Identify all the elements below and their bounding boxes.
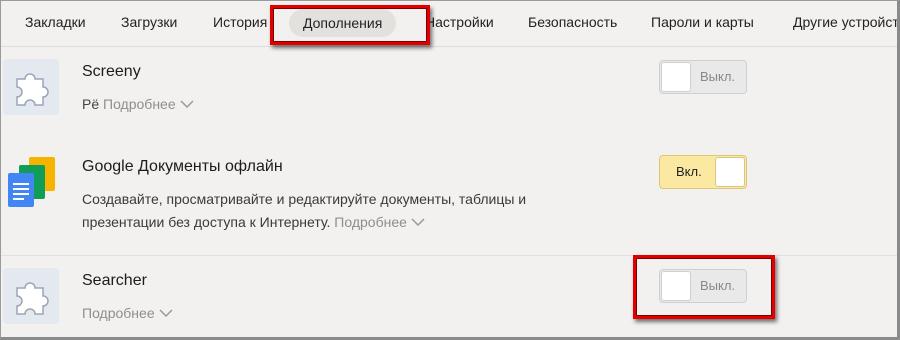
- more-details-link[interactable]: Подробнее: [334, 214, 425, 230]
- tab-history[interactable]: История: [213, 14, 267, 30]
- extension-details-line: Подробнее: [82, 301, 173, 324]
- toggle-knob: [661, 271, 691, 301]
- description-text: презентации без доступа к Интернету.: [82, 214, 331, 230]
- description-line-1: Создавайте, просматривайте и редактируйт…: [82, 191, 527, 207]
- extension-prefix: Рё: [82, 96, 100, 112]
- chevron-down-icon: [180, 92, 194, 114]
- toggle-knob: [715, 157, 745, 187]
- description-line-2: презентации без доступа к Интернету. Под…: [82, 210, 642, 233]
- tab-security[interactable]: Безопасность: [528, 14, 617, 30]
- toggle-knob: [661, 62, 691, 92]
- extension-name: Screeny: [82, 63, 141, 80]
- extension-name: Searcher: [82, 272, 147, 289]
- tab-other-devices[interactable]: Другие устройства: [793, 14, 897, 30]
- more-details-link[interactable]: Подробнее: [103, 96, 194, 112]
- chevron-down-icon: [159, 301, 173, 323]
- tab-extensions[interactable]: Дополнения: [289, 9, 397, 37]
- puzzle-icon: [3, 268, 59, 324]
- extensions-page: Закладки Загрузки История Дополнения Нас…: [0, 0, 900, 340]
- toggle-searcher[interactable]: Выкл.: [659, 269, 747, 303]
- chevron-down-icon: [411, 210, 425, 232]
- tab-settings[interactable]: Настройки: [425, 14, 494, 30]
- toggle-google-docs-offline[interactable]: Вкл.: [659, 155, 747, 189]
- toggle-label: Вкл.: [676, 164, 702, 179]
- more-details-label: Подробнее: [103, 96, 176, 112]
- extension-description: Создавайте, просматривайте и редактируйт…: [82, 188, 642, 233]
- more-details-label: Подробнее: [334, 214, 407, 230]
- tab-bookmarks[interactable]: Закладки: [25, 14, 86, 30]
- settings-tab-bar: Закладки Загрузки История Дополнения Нас…: [1, 1, 897, 47]
- tab-downloads[interactable]: Загрузки: [121, 14, 177, 30]
- toggle-label: Выкл.: [700, 278, 736, 293]
- puzzle-icon: [3, 59, 59, 115]
- extension-name: Google Документы офлайн: [82, 158, 283, 175]
- more-details-link[interactable]: Подробнее: [82, 305, 173, 321]
- tab-passwords-cards[interactable]: Пароли и карты: [651, 14, 754, 30]
- toggle-screeny[interactable]: Выкл.: [659, 60, 747, 94]
- more-details-label: Подробнее: [82, 305, 155, 321]
- row-divider: [1, 255, 897, 256]
- google-docs-icon: [5, 153, 61, 209]
- extension-details-line: Рё Подробнее: [82, 92, 194, 115]
- toggle-label: Выкл.: [700, 69, 736, 84]
